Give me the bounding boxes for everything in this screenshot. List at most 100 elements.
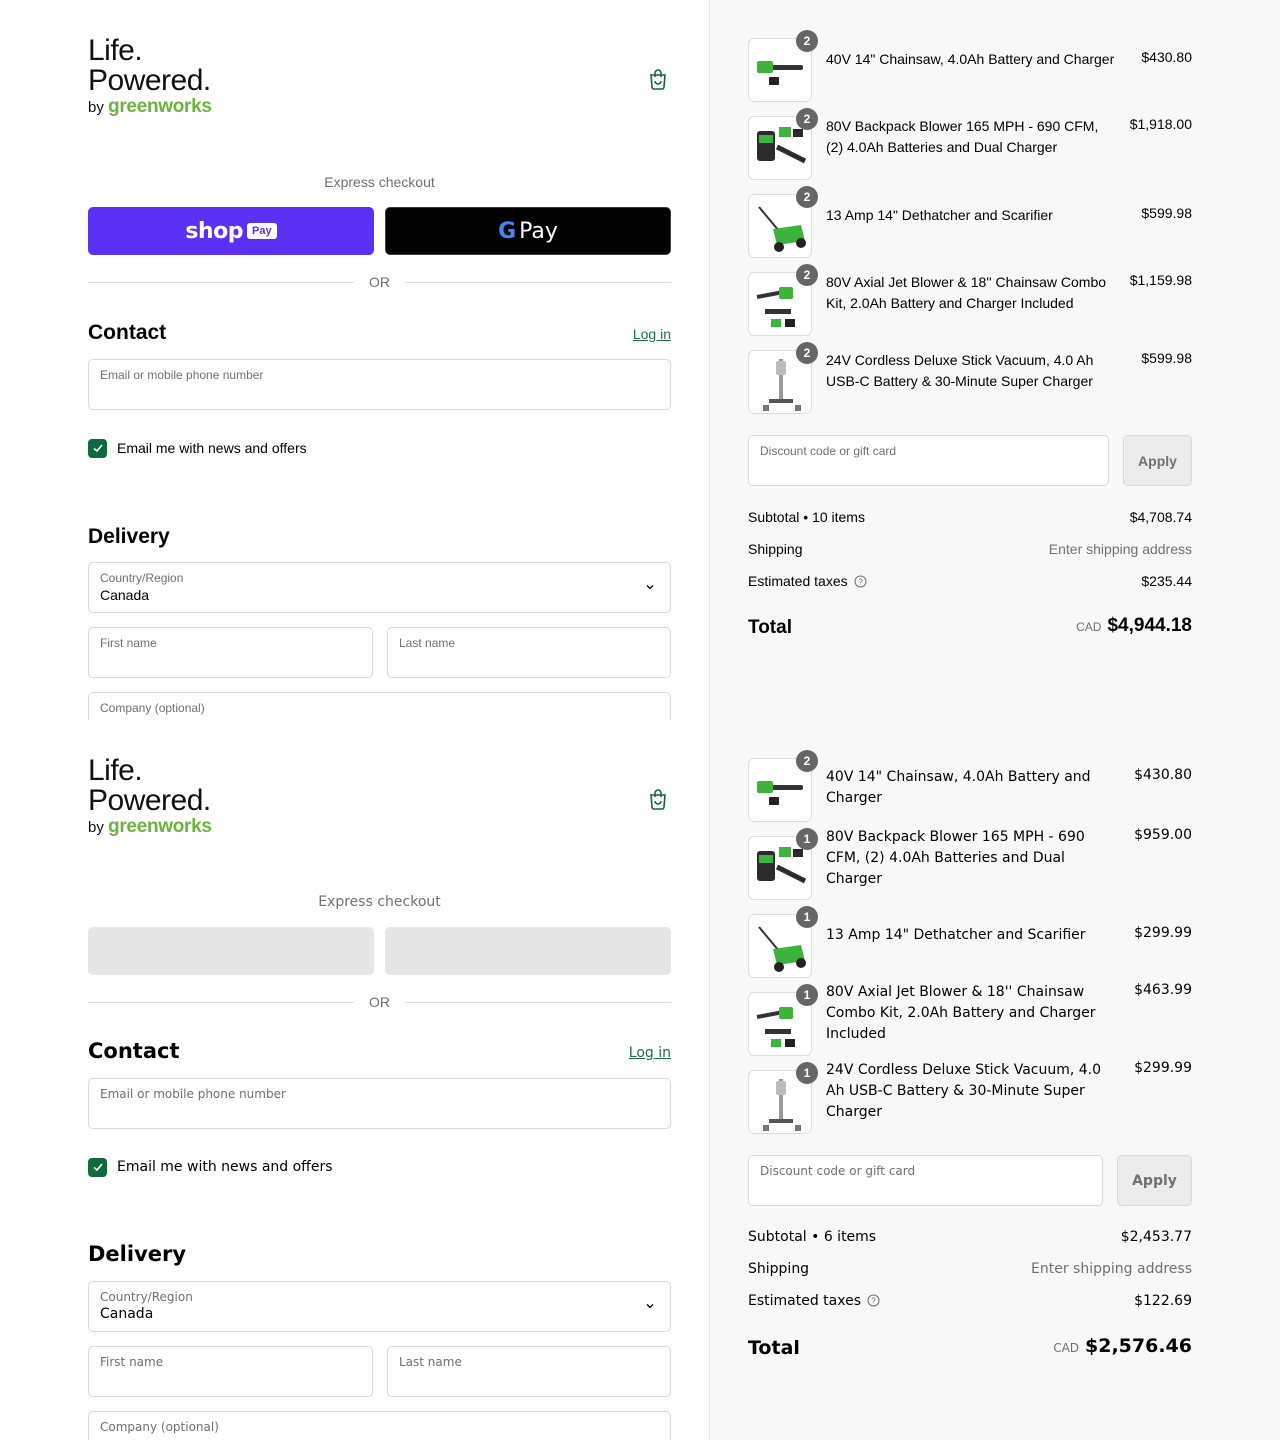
email-field-label: Email or mobile phone number [100,1087,286,1101]
quantity-badge: 2 [796,750,818,772]
company-field[interactable]: Company (optional) [88,1411,671,1440]
order-item: 1 24V Cordless Deluxe Stick Vacuum, 4.0 A… [748,1060,1192,1134]
product-price: $599.98 [1141,205,1192,221]
newsletter-label: Email me with news and offers [117,440,307,456]
total-row: Total CAD $4,944.18 [748,615,1192,641]
shop-pay-button[interactable]: shop Pay [88,207,374,255]
or-label: OR [369,994,390,1010]
product-price: $299.99 [1134,1060,1192,1076]
help-circle-icon[interactable]: ? [854,575,867,588]
quantity-badge: 2 [796,186,818,208]
logo-line-1: Life. [88,34,143,67]
or-label: OR [369,274,390,290]
total-row: Total CAD $2,576.46 [748,1335,1192,1361]
country-select[interactable]: Country/Region Canada [88,562,671,613]
product-price: $299.99 [1134,925,1192,941]
apply-button[interactable]: Apply [1117,1155,1192,1206]
newsletter-checkbox[interactable] [88,1157,107,1177]
google-g-icon: G [498,218,517,244]
total-label: Total [748,1337,800,1359]
taxes-value: $235.44 [1141,573,1192,589]
email-field[interactable]: Email or mobile phone number [88,1078,671,1129]
checkout-form-column: Life. Powered. by greenworks Express che… [0,0,709,720]
email-field[interactable]: Email or mobile phone number [88,359,671,410]
product-price: $1,918.00 [1129,116,1192,132]
taxes-label: Estimated taxes [748,1293,862,1309]
newsletter-checkbox[interactable] [88,438,107,458]
taxes-label: Estimated taxes [748,573,848,589]
shipping-label: Shipping [748,541,803,557]
brand-logo[interactable]: Life. Powered. by greenworks [88,756,248,844]
contact-heading: Contact [88,1039,180,1063]
product-price: $430.80 [1141,49,1192,65]
subtotal-value: $4,708.74 [1129,509,1192,525]
product-name: 80V Axial Jet Blower & 18'' Chainsaw Com… [826,984,1096,1042]
discount-field[interactable]: Discount code or gift card [748,435,1109,486]
delivery-heading: Delivery [88,525,170,548]
delivery-heading: Delivery [88,1242,187,1266]
country-value: Canada [100,1306,154,1322]
or-divider: OR [88,994,671,1010]
shipping-value: Enter shipping address [1031,1261,1192,1277]
quantity-badge: 2 [796,264,818,286]
check-icon [92,444,103,453]
google-pay-button[interactable]: G Pay [385,207,671,255]
taxes-value: $122.69 [1134,1293,1192,1309]
total-value: $2,576.46 [1085,1335,1192,1357]
product-name: 40V 14" Chainsaw, 4.0Ah Battery and Char… [826,51,1115,67]
quantity-badge: 2 [796,108,818,130]
brand-logo[interactable]: Life. Powered. by greenworks [88,36,248,124]
subtotal-value: $2,453.77 [1120,1229,1192,1245]
last-name-field[interactable]: Last name [387,627,671,678]
company-field[interactable]: Company (optional) [88,692,671,720]
company-label: Company (optional) [100,1420,219,1434]
subtotal-row: Subtotal • 10 items $4,708.74 [748,509,1192,529]
country-select[interactable]: Country/Region Canada [88,1281,671,1332]
last-name-label: Last name [399,1355,462,1369]
checkout-form-column: Life. Powered. by greenworks Express che… [0,720,709,1440]
taxes-label-wrap: Estimated taxes? [748,573,867,589]
newsletter-checkbox-row[interactable]: Email me with news and offers [88,1157,333,1177]
subtotal-row: Subtotal • 6 items $2,453.77 [748,1229,1192,1249]
order-summary: 2 40V 14" Chainsaw, 4.0Ah Battery and Cha… [709,0,1280,720]
discount-field[interactable]: Discount code or gift card [748,1155,1103,1206]
shopping-bag-icon[interactable] [648,68,668,90]
last-name-field[interactable]: Last name [387,1346,671,1397]
quantity-badge: 1 [796,906,818,928]
discount-label: Discount code or gift card [760,1164,916,1178]
email-field-label: Email or mobile phone number [100,368,264,382]
product-price: $463.99 [1134,982,1192,998]
last-name-label: Last name [399,636,456,650]
logo-line-1: Life. [88,754,143,787]
first-name-label: First name [100,636,157,650]
help-circle-icon[interactable]: ? [867,1294,880,1307]
order-item: 2 80V Axial Jet Blower & 18'' Chainsaw Co… [748,264,1192,336]
shop-pay-logo: shop [185,218,244,244]
total-amount: CAD $4,944.18 [1076,615,1192,637]
google-pay-placeholder [385,927,671,975]
product-name: 80V Backpack Blower 165 MPH - 690 CFM, (… [826,118,1099,155]
product-name: 40V 14" Chainsaw, 4.0Ah Battery and Char… [826,769,1091,806]
quantity-badge: 1 [796,828,818,850]
newsletter-checkbox-row[interactable]: Email me with news and offers [88,438,307,458]
product-name: 80V Backpack Blower 165 MPH - 690 CFM, (… [826,829,1085,887]
product-price: $430.80 [1134,767,1192,783]
order-item: 1 80V Axial Jet Blower & 18'' Chainsaw Co… [748,982,1192,1056]
checkout-panel-1: Life. Powered. by greenworks Express che… [0,0,1280,720]
chevron-down-icon [646,585,654,590]
total-label: Total [748,617,792,638]
product-price: $1,159.98 [1129,272,1192,288]
first-name-field[interactable]: First name [88,627,373,678]
first-name-field[interactable]: First name [88,1346,373,1397]
apply-button[interactable]: Apply [1123,435,1192,486]
product-price: $599.98 [1141,350,1192,366]
login-link[interactable]: Log in [633,326,671,342]
taxes-row: Estimated taxes? $235.44 [748,573,1192,593]
svg-text:?: ? [871,1297,876,1306]
login-link[interactable]: Log in [629,1045,671,1061]
product-name: 13 Amp 14" Dethatcher and Scarifier [826,207,1053,223]
order-summary: 2 40V 14" Chainsaw, 4.0Ah Battery and Cha… [709,720,1280,1440]
product-name: 80V Axial Jet Blower & 18'' Chainsaw Com… [826,274,1107,311]
shopping-bag-icon[interactable] [648,788,668,810]
google-pay-label: Pay [519,218,558,244]
